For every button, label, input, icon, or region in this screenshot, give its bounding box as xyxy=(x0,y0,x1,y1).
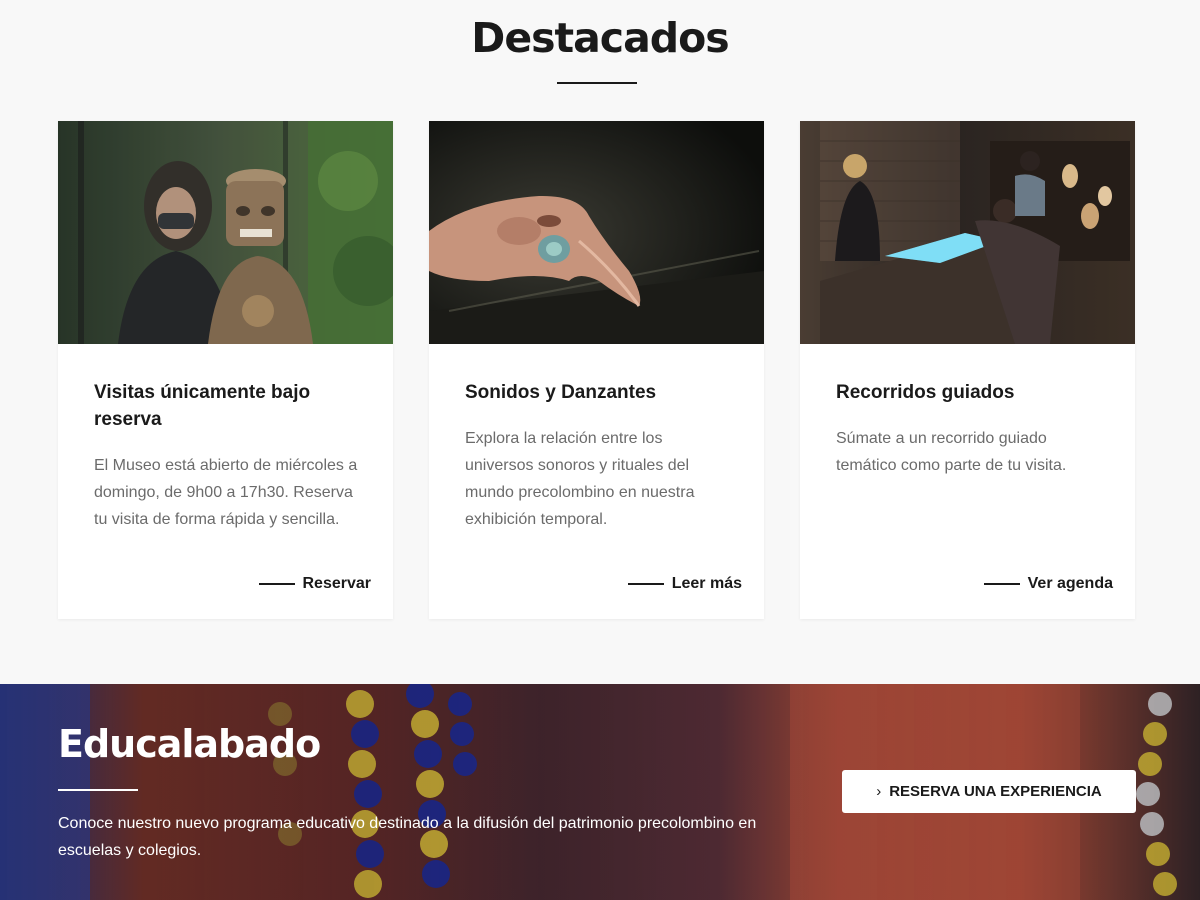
link-label: Ver agenda xyxy=(1027,575,1113,592)
card-sonidos: Sonidos y Danzantes Explora la relación … xyxy=(429,121,764,619)
arrow-dash-icon xyxy=(258,583,295,585)
card-title: Recorridos guiados xyxy=(836,382,1015,403)
leer-mas-link[interactable]: Leer más xyxy=(627,575,742,593)
arrow-dash-icon xyxy=(627,583,664,585)
arrow-dash-icon xyxy=(983,583,1020,585)
reservar-link[interactable]: Reservar xyxy=(258,575,372,593)
banner-title: Educalabado xyxy=(58,722,321,766)
card-image-guided-tour[interactable] xyxy=(800,121,1135,344)
card-title: Visitas únicamente bajo reserva xyxy=(94,382,311,430)
card-description: El Museo está abierto de miércoles a dom… xyxy=(94,457,358,528)
card-description: Súmate a un recorrido guiado temático co… xyxy=(836,430,1067,474)
title-divider xyxy=(557,82,637,84)
section-title: Destacados xyxy=(471,14,729,62)
ver-agenda-link[interactable]: Ver agenda xyxy=(983,575,1113,593)
link-label: Reservar xyxy=(302,575,372,592)
reserva-experiencia-button[interactable]: › RESERVA UNA EXPERIENCIA xyxy=(842,770,1136,813)
button-label: RESERVA UNA EXPERIENCIA xyxy=(889,783,1102,800)
card-image-visitor-sculpture[interactable] xyxy=(58,121,393,344)
card-visitas: Visitas únicamente bajo reserva El Museo… xyxy=(58,121,393,619)
card-title: Sonidos y Danzantes xyxy=(465,382,657,403)
banner-divider xyxy=(58,789,138,791)
card-description: Explora la relación entre los universos … xyxy=(465,430,695,528)
link-label: Leer más xyxy=(671,575,742,592)
card-image-mask[interactable] xyxy=(429,121,764,344)
card-recorridos: Recorridos guiados Súmate a un recorrido… xyxy=(800,121,1135,619)
chevron-right-icon: › xyxy=(876,783,882,800)
educalabado-banner: Educalabado Conoce nuestro nuevo program… xyxy=(0,684,1200,900)
banner-description: Conoce nuestro nuevo programa educativo … xyxy=(58,815,757,859)
